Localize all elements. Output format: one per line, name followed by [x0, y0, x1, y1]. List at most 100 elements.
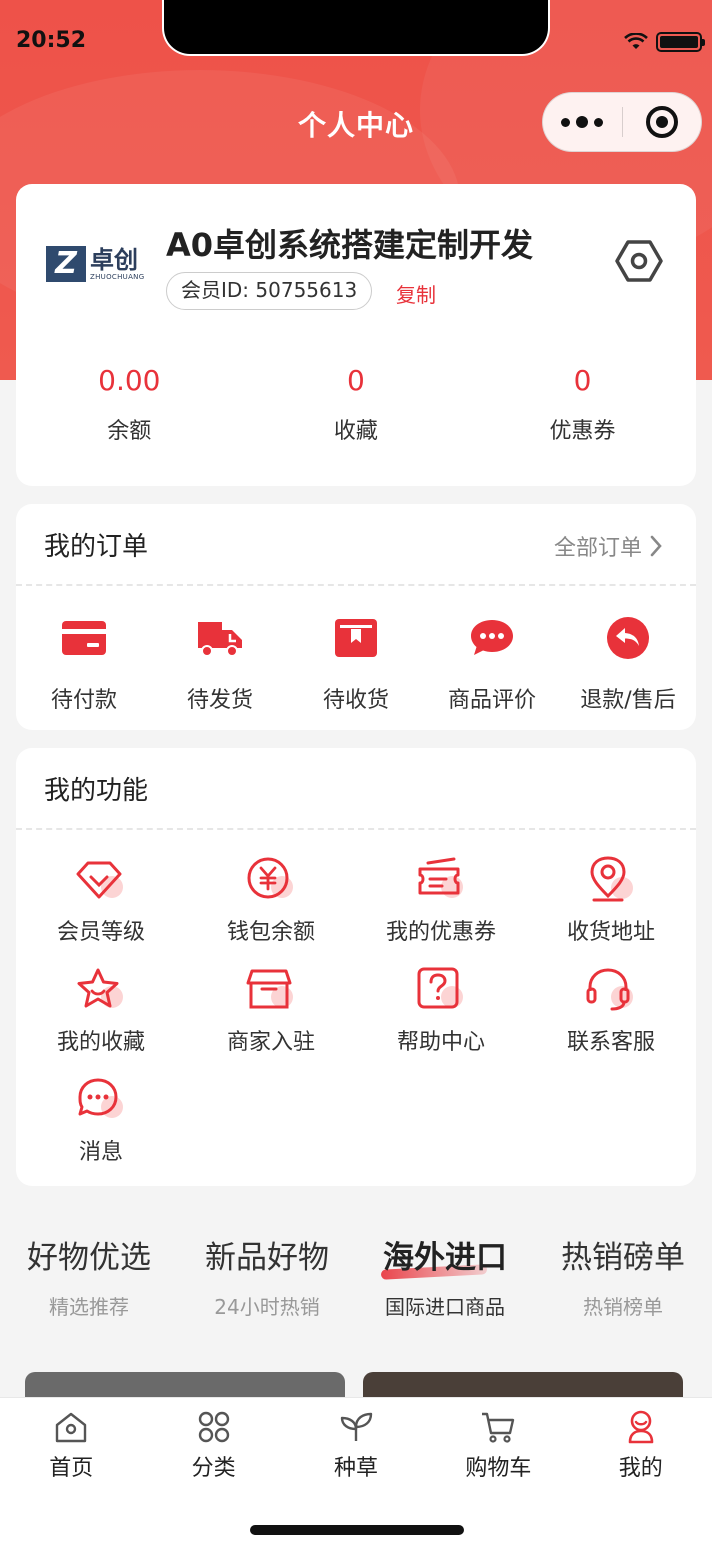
func-address[interactable]: 收货地址: [526, 856, 696, 966]
copy-button[interactable]: 复制: [396, 279, 436, 308]
status-time: 20:52: [16, 28, 87, 53]
store-icon: [246, 969, 293, 1009]
all-orders-label: 全部订单: [553, 536, 642, 561]
func-label: 会员等级: [56, 920, 145, 945]
func-label: 联系客服: [566, 1030, 655, 1055]
func-messages[interactable]: 消息: [16, 1076, 186, 1186]
tabbar-label: 我的: [618, 1456, 663, 1481]
stat-coupons[interactable]: 0 优惠券: [469, 364, 696, 445]
orders-title: 我的订单: [44, 532, 149, 562]
question-icon: [417, 967, 463, 1009]
tabbar-label: 购物车: [465, 1456, 532, 1481]
profile-card: Z 卓创 ZHUOCHUANG A0卓创系统搭建定制开发 会员ID: 50755…: [16, 184, 696, 486]
user-icon: [628, 1410, 654, 1444]
category-tabs: 好物优选 精选推荐 新品好物 24小时热销 海外进口 国际进口商品 热销磅单 热…: [0, 1232, 712, 1320]
func-wallet[interactable]: 钱包余额: [186, 856, 356, 966]
order-label: 待付款: [50, 688, 117, 713]
orders-card: 我的订单 全部订单 待付款 待发货 待收货 商品评价 退款/售后: [16, 504, 696, 730]
func-label: 钱包余额: [226, 920, 315, 945]
tab-overseas-import[interactable]: 海外进口 国际进口商品: [356, 1232, 534, 1320]
tabbar-label: 分类: [191, 1456, 236, 1481]
grid-icon: [198, 1411, 229, 1443]
functions-card: 我的功能 会员等级 钱包余额 我的优惠券 收货地址 我的收藏 商家入驻 帮助中心…: [16, 748, 696, 1186]
device-notch: [162, 0, 550, 56]
order-pending-receipt[interactable]: 待收货: [288, 616, 424, 714]
home-icon: [55, 1412, 87, 1443]
category-tab-title: 好物优选: [27, 1240, 151, 1276]
tabbar-category[interactable]: 分类: [142, 1410, 284, 1482]
logo-subtext: ZHUOCHUANG: [90, 273, 145, 281]
stat-value: 0: [573, 364, 592, 397]
functions-title: 我的功能: [44, 776, 149, 806]
func-label: 我的优惠券: [385, 920, 496, 945]
coupon-icon: [418, 857, 463, 898]
headset-icon: [586, 968, 633, 1011]
func-help[interactable]: 帮助中心: [356, 966, 526, 1076]
tabbar-home[interactable]: 首页: [0, 1410, 142, 1482]
func-label: 消息: [78, 1140, 123, 1165]
func-merchant[interactable]: 商家入驻: [186, 966, 356, 1076]
category-tab-subtitle: 精选推荐: [49, 1295, 129, 1319]
truck-icon: [198, 622, 242, 657]
more-options-icon[interactable]: [543, 116, 622, 128]
avatar[interactable]: Z 卓创 ZHUOCHUANG: [46, 242, 150, 286]
stat-label: 优惠券: [549, 419, 616, 444]
all-orders-link[interactable]: 全部订单: [554, 530, 662, 562]
diamond-icon: [76, 861, 123, 899]
yen-coin-icon: [247, 857, 293, 899]
wifi-icon: [624, 33, 648, 49]
sprout-icon: [340, 1412, 373, 1441]
chat-bubble-icon: [471, 620, 513, 655]
func-label: 我的收藏: [56, 1030, 145, 1055]
category-tab-title: 热销磅单: [561, 1240, 685, 1276]
order-review[interactable]: 商品评价: [424, 616, 560, 714]
return-icon: [607, 617, 649, 659]
func-label: 商家入驻: [226, 1030, 315, 1055]
stat-value: 0.00: [98, 364, 161, 397]
func-label: 帮助中心: [396, 1030, 485, 1055]
member-id-badge: 会员ID: 50755613: [166, 272, 373, 310]
stat-label: 余额: [107, 419, 152, 444]
order-pending-shipment[interactable]: 待发货: [152, 616, 288, 714]
order-label: 待收货: [322, 688, 389, 713]
order-label: 商品评价: [447, 688, 536, 713]
tabbar-discover[interactable]: 种草: [285, 1410, 427, 1482]
stat-label: 收藏: [333, 419, 378, 444]
func-member-level[interactable]: 会员等级: [16, 856, 186, 966]
category-tab-title: 海外进口: [383, 1232, 507, 1277]
category-tab-subtitle: 热销榜单: [583, 1295, 663, 1319]
tabbar-cart[interactable]: 购物车: [427, 1410, 569, 1482]
category-tab-subtitle: 24小时热销: [214, 1295, 320, 1319]
category-tab-subtitle: 国际进口商品: [385, 1295, 505, 1319]
func-coupons[interactable]: 我的优惠券: [356, 856, 526, 966]
mini-program-capsule[interactable]: [542, 92, 702, 152]
home-indicator[interactable]: [250, 1525, 464, 1535]
tab-good-picks[interactable]: 好物优选 精选推荐: [0, 1232, 178, 1320]
star-icon: [77, 968, 123, 1008]
message-icon: [78, 1078, 123, 1118]
cart-icon: [482, 1412, 515, 1443]
stat-balance[interactable]: 0.00 余额: [16, 364, 243, 445]
location-pin-icon: [590, 856, 633, 902]
func-label: 收货地址: [566, 920, 655, 945]
package-icon: [335, 619, 377, 657]
func-customer-service[interactable]: 联系客服: [526, 966, 696, 1076]
stat-favorites[interactable]: 0 收藏: [243, 364, 470, 445]
status-bar: 20:52: [0, 0, 712, 80]
stat-value: 0: [346, 364, 365, 397]
category-tab-title: 新品好物: [205, 1240, 329, 1276]
tab-best-sellers[interactable]: 热销磅单 热销榜单: [534, 1232, 712, 1320]
close-target-icon[interactable]: [623, 106, 702, 138]
func-favorites[interactable]: 我的收藏: [16, 966, 186, 1076]
profile-name: A0卓创系统搭建定制开发: [166, 226, 534, 264]
tab-new-arrivals[interactable]: 新品好物 24小时热销: [178, 1232, 356, 1320]
card-icon: [62, 621, 106, 655]
order-refund[interactable]: 退款/售后: [560, 616, 696, 714]
battery-icon: [656, 32, 705, 52]
order-label: 待发货: [186, 688, 253, 713]
order-pending-payment[interactable]: 待付款: [16, 616, 152, 714]
tabbar-mine[interactable]: 我的: [570, 1410, 712, 1482]
order-label: 退款/售后: [580, 688, 676, 713]
logo-text: 卓创: [90, 246, 138, 274]
settings-hexagon-icon[interactable]: [614, 236, 664, 286]
